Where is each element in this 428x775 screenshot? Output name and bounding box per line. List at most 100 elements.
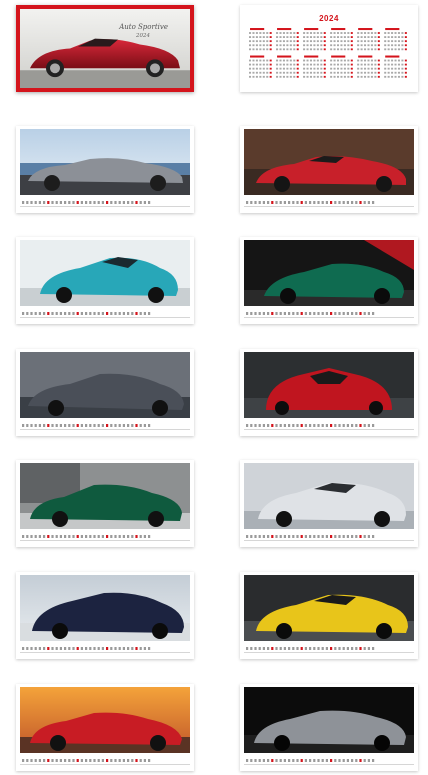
day-tick	[351, 424, 354, 427]
day-tick	[93, 312, 96, 315]
day-mark	[333, 48, 336, 51]
day-mark	[293, 71, 296, 74]
day-tick	[363, 535, 366, 538]
day-tick	[359, 759, 362, 762]
day-tick	[68, 201, 71, 204]
month-card[interactable]	[240, 684, 418, 771]
day-mark	[289, 44, 292, 47]
day-tick	[300, 424, 303, 427]
day-mark	[360, 71, 363, 74]
day-tick	[131, 424, 134, 427]
day-tick	[34, 647, 37, 650]
day-tick	[372, 535, 375, 538]
day-tick	[101, 535, 104, 538]
day-mark	[350, 48, 353, 51]
day-tick	[325, 535, 328, 538]
day-mark	[404, 48, 407, 51]
day-mark	[323, 71, 326, 74]
day-tick	[334, 424, 337, 427]
day-mark	[276, 44, 279, 47]
day-mark	[377, 75, 380, 78]
day-mark	[377, 36, 380, 38]
day-tick	[296, 647, 299, 650]
day-mark	[350, 75, 353, 78]
day-mark	[401, 67, 404, 70]
day-tick	[367, 759, 370, 762]
day-tick	[118, 535, 121, 538]
month-card[interactable]	[16, 126, 194, 213]
month-days-strip	[20, 532, 190, 542]
month-card[interactable]	[240, 572, 418, 659]
month-card[interactable]	[240, 460, 418, 547]
day-tick	[59, 647, 62, 650]
day-tick	[89, 312, 92, 315]
calendar-cover-card[interactable]: Auto Sportive 2024	[16, 5, 194, 92]
day-mark	[401, 71, 404, 74]
day-tick	[143, 535, 146, 538]
day-tick	[139, 535, 142, 538]
day-tick	[55, 201, 58, 204]
day-mark	[333, 32, 336, 34]
day-mark	[313, 75, 316, 78]
month-card[interactable]	[16, 349, 194, 436]
calendar-overview-card[interactable]: 2024	[240, 5, 418, 92]
day-tick	[279, 424, 282, 427]
month-card[interactable]	[16, 684, 194, 771]
day-mark	[343, 36, 346, 38]
month-card[interactable]	[240, 237, 418, 324]
day-mark	[394, 71, 397, 74]
day-mark	[350, 44, 353, 47]
day-mark	[377, 32, 380, 34]
day-tick	[262, 759, 265, 762]
day-tick	[72, 424, 75, 427]
strip-rule	[244, 652, 414, 653]
day-mark	[279, 36, 282, 38]
day-tick	[254, 312, 257, 315]
day-tick	[246, 535, 249, 538]
overview-year-title: 2024	[319, 14, 339, 23]
day-mark	[404, 67, 407, 70]
day-tick	[110, 312, 113, 315]
day-tick	[275, 535, 278, 538]
day-tick	[68, 424, 71, 427]
day-mark	[269, 40, 272, 43]
day-tick	[351, 312, 354, 315]
day-tick	[258, 647, 261, 650]
day-mark	[252, 59, 255, 62]
day-mark	[360, 48, 363, 51]
day-tick	[72, 312, 75, 315]
day-tick	[89, 424, 92, 427]
day-tick	[330, 647, 333, 650]
day-mark	[404, 40, 407, 43]
month-card[interactable]	[240, 126, 418, 213]
cover-photo	[20, 9, 190, 88]
car-photo	[20, 687, 190, 753]
day-mark	[340, 67, 343, 70]
month-card[interactable]	[16, 572, 194, 659]
day-tick	[355, 312, 358, 315]
day-mark	[404, 44, 407, 47]
month-card[interactable]	[16, 460, 194, 547]
day-mark	[306, 67, 309, 70]
day-mark	[333, 40, 336, 43]
car-photo	[244, 575, 414, 641]
day-mark	[259, 48, 262, 51]
month-card[interactable]	[16, 237, 194, 324]
day-mark	[249, 48, 252, 51]
day-mark	[364, 40, 367, 43]
day-mark	[336, 67, 340, 70]
day-tick	[359, 647, 362, 650]
day-mark	[286, 32, 289, 34]
day-tick	[97, 647, 100, 650]
day-mark	[252, 75, 255, 78]
strip-rule	[20, 652, 190, 653]
day-tick	[288, 647, 291, 650]
month-card[interactable]	[240, 349, 418, 436]
day-mark	[397, 40, 400, 43]
day-mark	[303, 40, 306, 43]
day-mark	[340, 59, 343, 62]
day-mark	[357, 59, 360, 62]
day-tick	[330, 424, 333, 427]
day-mark	[364, 63, 367, 66]
day-tick	[26, 201, 29, 204]
